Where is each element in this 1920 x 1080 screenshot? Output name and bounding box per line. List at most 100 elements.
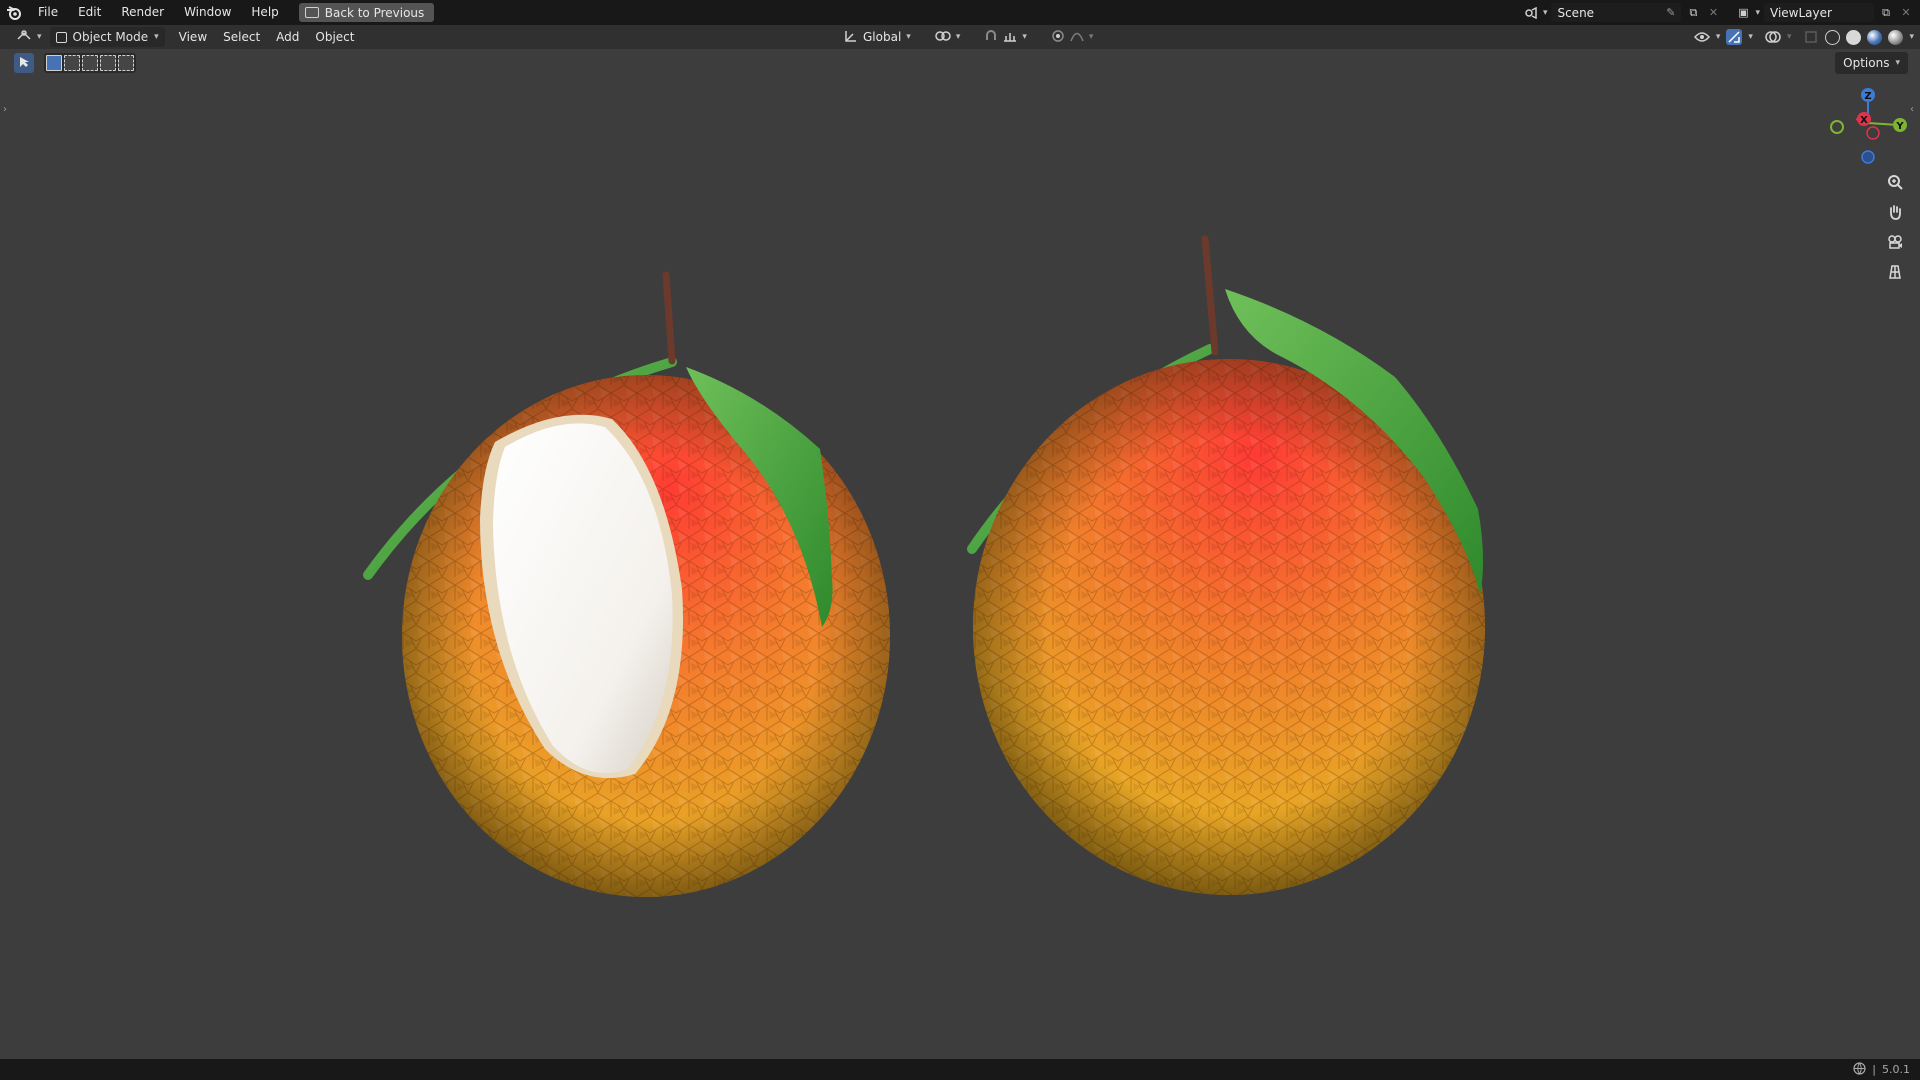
chevron-down-icon: ▾ [955, 32, 961, 42]
menu-window[interactable]: Window [174, 0, 241, 25]
select-new-icon[interactable] [46, 55, 62, 71]
wireframe-shading-icon[interactable] [1825, 29, 1841, 45]
navigation-gizmo[interactable]: Z Y X [1816, 85, 1916, 175]
workspace-controls: ▾ Scene ✎ ⧉ ✕ ▣ ▾ ViewLayer ⧉ ✕ [1523, 0, 1920, 25]
top-menu-bar: File Edit Render Window Help Back to Pre… [0, 0, 1920, 25]
falloff-icon[interactable] [1070, 30, 1084, 45]
snap-icon [984, 29, 998, 46]
select-extend-icon[interactable] [64, 55, 80, 71]
editor-type-button[interactable]: ▾ [8, 27, 50, 47]
toolbar-expand-icon[interactable]: › [3, 104, 7, 115]
chevron-down-icon: ▾ [1748, 32, 1753, 42]
chevron-down-icon: ▾ [37, 32, 42, 42]
options-label: Options [1843, 56, 1890, 70]
pivot-dropdown[interactable]: ▾ [927, 27, 969, 47]
object-mode-dropdown[interactable]: Object Mode ▾ [49, 27, 165, 47]
lychee-whole[interactable] [967, 235, 1485, 895]
orientation-label: Global [863, 30, 902, 44]
gizmo-neg-z-axis[interactable] [1861, 150, 1875, 164]
menu-help[interactable]: Help [241, 0, 288, 25]
gizmo-y-label: Y [1895, 121, 1904, 132]
gizmo-z-label: Z [1864, 91, 1871, 102]
chevron-down-icon: ▾ [1895, 58, 1900, 68]
chevron-down-icon: ▾ [154, 32, 159, 42]
globe-icon [1853, 1061, 1866, 1078]
back-icon [304, 7, 319, 18]
viewport-scene [363, 235, 1485, 897]
transform-controls: Global ▾ ▾ ▾ ▾ [836, 27, 1101, 47]
rendered-shading-icon[interactable] [1888, 29, 1904, 45]
chevron-down-icon: ▾ [1088, 32, 1094, 42]
version-label: 5.0.1 [1882, 1063, 1910, 1076]
blender-logo-icon[interactable] [0, 0, 28, 25]
scene-name-field[interactable]: Scene ✎ [1551, 3, 1682, 22]
camera-icon [1888, 235, 1902, 249]
gizmo-neg-y-axis[interactable] [1830, 120, 1844, 134]
chevron-down-icon: ▾ [1909, 32, 1914, 42]
tool-settings-row [14, 52, 136, 74]
menu-edit[interactable]: Edit [68, 0, 111, 25]
scene-browse-icon[interactable] [1523, 5, 1539, 21]
select-intersect-icon[interactable] [118, 55, 134, 71]
camera-view-button[interactable] [1882, 229, 1908, 255]
cursor-arrow-icon [18, 56, 30, 71]
options-dropdown[interactable]: Options ▾ [1835, 52, 1908, 74]
object-mode-label: Object Mode [72, 30, 149, 44]
proportional-edit-toggle[interactable]: ▾ [1043, 27, 1102, 47]
chevron-down-icon: ▾ [906, 32, 911, 42]
status-separator: | [1872, 1063, 1876, 1076]
pan-button[interactable] [1882, 199, 1908, 225]
orientation-icon [844, 29, 858, 46]
scene-name-label: Scene [1557, 5, 1595, 20]
menu-file[interactable]: File [28, 0, 68, 25]
gizmo-neg-x-axis[interactable] [1866, 126, 1880, 140]
stem-right [1201, 235, 1219, 356]
delete-scene-icon[interactable]: ✕ [1705, 5, 1721, 21]
gizmo-toggle-icon[interactable] [1726, 29, 1743, 45]
chevron-down-icon: ▾ [1755, 7, 1760, 18]
menu-add[interactable]: Add [268, 27, 307, 47]
pin-icon[interactable]: ✎ [1666, 6, 1675, 19]
menu-object[interactable]: Object [307, 27, 362, 47]
viewport-header: ▾ Object Mode ▾ View Select Add Object G… [0, 25, 1920, 49]
pivot-icon [935, 29, 951, 46]
chevron-down-icon: ▾ [1542, 7, 1548, 18]
material-preview-shading-icon[interactable] [1867, 29, 1883, 45]
new-view-layer-icon[interactable]: ⧉ [1878, 5, 1894, 21]
xray-toggle-icon[interactable] [1803, 29, 1819, 45]
perspective-toggle-button[interactable] [1882, 259, 1908, 285]
overlays-toggle-icon[interactable] [1765, 29, 1781, 45]
grid-icon [1889, 265, 1901, 279]
visibility-icon[interactable] [1693, 29, 1710, 45]
select-invert-icon[interactable] [100, 55, 116, 71]
back-to-previous-label: Back to Previous [324, 5, 425, 20]
view-layer-label: ViewLayer [1770, 5, 1832, 20]
snap-toggle[interactable]: ▾ [976, 27, 1035, 47]
viewport-display-controls: ▾ ▾ ▾ ▾ [1693, 27, 1914, 47]
view-layer-field[interactable]: ViewLayer [1764, 3, 1874, 22]
editor-type-icon [16, 29, 32, 46]
back-to-previous-button[interactable]: Back to Previous [298, 3, 435, 22]
proportional-edit-icon [1051, 29, 1065, 46]
menu-render[interactable]: Render [111, 0, 174, 25]
3d-viewport[interactable]: › ‹ [0, 49, 1920, 1059]
new-scene-icon[interactable]: ⧉ [1685, 5, 1701, 21]
menu-select[interactable]: Select [215, 27, 268, 47]
viewlayer-browse-icon[interactable]: ▣ [1735, 5, 1751, 21]
zoom-icon [1888, 175, 1903, 190]
select-tool-button[interactable] [14, 53, 34, 73]
delete-view-layer-icon[interactable]: ✕ [1898, 5, 1914, 21]
menu-view[interactable]: View [171, 27, 215, 47]
chevron-down-icon: ▾ [1022, 32, 1027, 42]
chevron-down-icon: ▾ [1715, 32, 1721, 42]
chevron-down-icon: ▾ [1786, 32, 1792, 42]
snap-increment-icon [1003, 30, 1017, 45]
orientation-dropdown[interactable]: Global ▾ [836, 27, 919, 47]
hand-icon [1890, 205, 1901, 220]
object-mode-icon [55, 31, 67, 43]
select-subtract-icon[interactable] [82, 55, 98, 71]
status-bar: | 5.0.1 [0, 1059, 1920, 1080]
zoom-button[interactable] [1882, 169, 1908, 195]
lychee-peeled[interactable] [363, 271, 890, 897]
solid-shading-icon[interactable] [1846, 29, 1862, 45]
